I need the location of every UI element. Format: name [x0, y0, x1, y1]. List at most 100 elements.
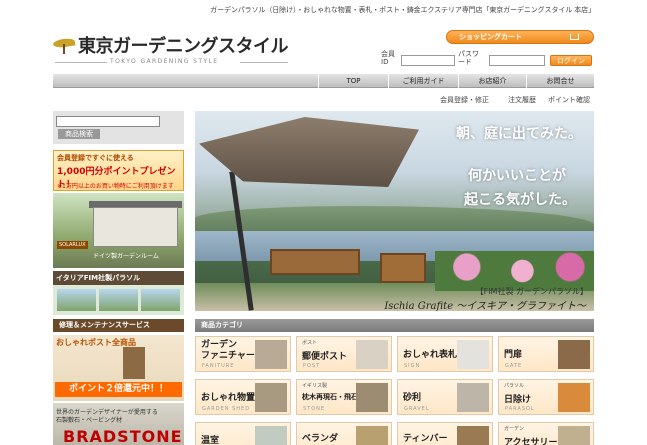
solarlux-badge: SOLARLUX: [57, 241, 88, 249]
search-input[interactable]: [56, 116, 160, 127]
category-image: [457, 340, 489, 369]
category-tile-shed[interactable]: おしゃれ物置 GARDEN SHED: [195, 379, 291, 415]
hero-bench: [270, 249, 360, 275]
category-pre: ガーデン: [504, 426, 525, 432]
repair-service-banner[interactable]: 修理＆メンテナンスサービス: [53, 319, 184, 332]
parasol-thumb-2: [99, 289, 138, 311]
category-tile-sign[interactable]: おしゃれ表札 SIGN: [397, 336, 493, 372]
category-tile-timber[interactable]: ティンバー: [397, 422, 493, 445]
category-image: [356, 426, 388, 445]
category-pre: ポスト: [302, 340, 318, 346]
member-id-input[interactable]: [401, 55, 455, 66]
nav-about[interactable]: お店紹介: [458, 74, 526, 88]
category-image: [457, 426, 489, 445]
category-title: 砂利: [403, 393, 422, 403]
category-pre: パラソル: [504, 383, 525, 389]
category-pre: イギリス製: [302, 383, 328, 389]
garden-room-caption: ドイツ製ガーデンルーム: [93, 253, 159, 260]
parasol-banner-title[interactable]: イタリアFIM社製パラソル: [53, 271, 184, 285]
post-banner-promo: ポイント２倍還元中！！: [55, 382, 182, 397]
parasol-thumb-1: [57, 289, 96, 311]
member-id-label: 会員ID: [381, 50, 395, 66]
category-image: [457, 383, 489, 412]
category-sub: GARDEN SHED: [202, 406, 251, 412]
category-image: [558, 383, 590, 412]
nav-guide[interactable]: ご利用ガイド: [388, 74, 458, 88]
shopping-cart-button[interactable]: ショッピングカート: [446, 30, 594, 44]
parasol-thumb-3: [141, 289, 180, 311]
bradstone-line2: 石製敷石・ペービング材: [56, 417, 123, 424]
password-input[interactable]: [489, 55, 545, 66]
category-title: 門扉: [504, 350, 523, 360]
post-banner[interactable]: おしゃれポスト全商品 ポイント２倍還元中！！: [53, 335, 184, 401]
hero-headline-3: 起こる気がした。: [464, 192, 576, 208]
parasol-banner[interactable]: [53, 285, 184, 315]
category-sub: STONE: [303, 406, 326, 412]
logo-subtitle: TOKYO GARDENING STYLE: [110, 58, 219, 65]
category-title: ベランダ: [302, 434, 339, 444]
main-nav: TOP ご利用ガイド お店紹介 お問合せ: [53, 74, 594, 88]
category-sub: GRAVEL: [404, 406, 430, 412]
category-tile-balcony[interactable]: ベランダ: [296, 422, 392, 445]
category-tile-parasol[interactable]: パラソル 日除け PARASOL: [498, 379, 594, 415]
category-title: アクセサリー: [504, 438, 558, 445]
category-image: [558, 340, 590, 369]
hero-flowers: [435, 251, 594, 291]
category-tile-gate[interactable]: 門扉 GATE: [498, 336, 594, 372]
hero-caption-2: Ischia Grafite ～イスキア・グラファイト～: [384, 301, 586, 311]
category-image: [255, 340, 287, 369]
hero-banner[interactable]: 朝、庭に出てみた。 何かいいことが 起こる気がした。 【FIM社製 ガーデンパラ…: [195, 111, 594, 311]
logo-rule-left: [55, 62, 107, 63]
header-tagline: ガーデンパラソル（日除け）・おしゃれな物置・表札・ポスト・鋳金エクステリア専門店…: [210, 6, 595, 14]
hero-caption-1: 【FIM社製 ガーデンパラソル】: [475, 287, 588, 296]
category-sub: SIGN: [404, 363, 421, 369]
password-label: パスワード: [458, 50, 479, 66]
bradstone-brand: BRADSTONE: [63, 427, 183, 445]
category-image: [356, 383, 388, 412]
category-heading: 商品カテゴリ: [195, 319, 594, 332]
category-title: ティンバー: [403, 434, 448, 444]
category-tile-furniture[interactable]: ガーデン ファニチャー FANITURE: [195, 336, 291, 372]
category-tile-stone[interactable]: イギリス製 枕木再現石・飛石 STONE: [296, 379, 392, 415]
category-title: 郵便ポスト: [302, 352, 348, 362]
category-title: おしゃれ表札: [403, 350, 458, 360]
register-banner-line1: 会員登録ですぐに使える: [57, 154, 134, 162]
garden-room-banner[interactable]: SOLARLUX ドイツ製ガーデンルーム: [53, 193, 184, 268]
link-orders[interactable]: 注文履歴: [508, 95, 536, 105]
category-sub: POST: [303, 363, 321, 369]
category-sub: GATE: [505, 363, 523, 369]
garden-room-image: [93, 207, 178, 247]
category-tile-gravel[interactable]: 砂利 GRAVEL: [397, 379, 493, 415]
category-tile-post[interactable]: ポスト 郵便ポスト POST: [296, 336, 392, 372]
search-button[interactable]: 商品検索: [58, 129, 100, 139]
category-sub: FANITURE: [202, 363, 235, 369]
register-banner[interactable]: 会員登録ですぐに使える 1,000円分ポイントプレゼント！ ※1万円以上のお買い…: [53, 150, 184, 191]
category-image: [558, 426, 590, 445]
category-sub: PARASOL: [505, 406, 535, 412]
link-register[interactable]: 会員登録・修正: [440, 95, 489, 105]
category-tile-accessory[interactable]: ガーデン アクセサリー: [498, 422, 594, 445]
category-title: ガーデン ファニチャー: [201, 340, 255, 361]
bradstone-banner[interactable]: 世界のガーデンデザイナーが愛用する 石製敷石・ペービング材 BRADSTONE: [53, 403, 184, 445]
logo-rule-right: [240, 62, 288, 63]
login-button[interactable]: ログイン: [550, 55, 592, 66]
nav-contact[interactable]: お問合せ: [526, 74, 594, 88]
category-title: 温室: [201, 436, 220, 445]
nav-top[interactable]: TOP: [318, 74, 388, 88]
hero-chair: [380, 253, 426, 283]
cart-button-label: ショッピングカート: [459, 33, 522, 41]
hero-headline-1: 朝、庭に出てみた。: [456, 126, 582, 142]
logo-text: 東京ガーデニングスタイル: [78, 36, 289, 57]
link-points[interactable]: ポイント確認: [548, 95, 590, 105]
hero-headline-2: 何かいいことが: [468, 168, 566, 184]
category-image: [356, 340, 388, 369]
category-title: 日除け: [504, 395, 532, 405]
category-title: おしゃれ物置: [201, 393, 256, 403]
cart-icon: [570, 34, 579, 40]
category-tile-greenhouse[interactable]: 温室: [195, 422, 291, 445]
register-banner-line3: ※1万円以上のお買い物時にご利用頂けます: [57, 183, 174, 190]
category-image: [255, 426, 287, 445]
category-image: [255, 383, 287, 412]
site-logo[interactable]: 東京ガーデニングスタイル: [52, 32, 289, 58]
category-title: 枕木再現石・飛石: [302, 393, 358, 401]
